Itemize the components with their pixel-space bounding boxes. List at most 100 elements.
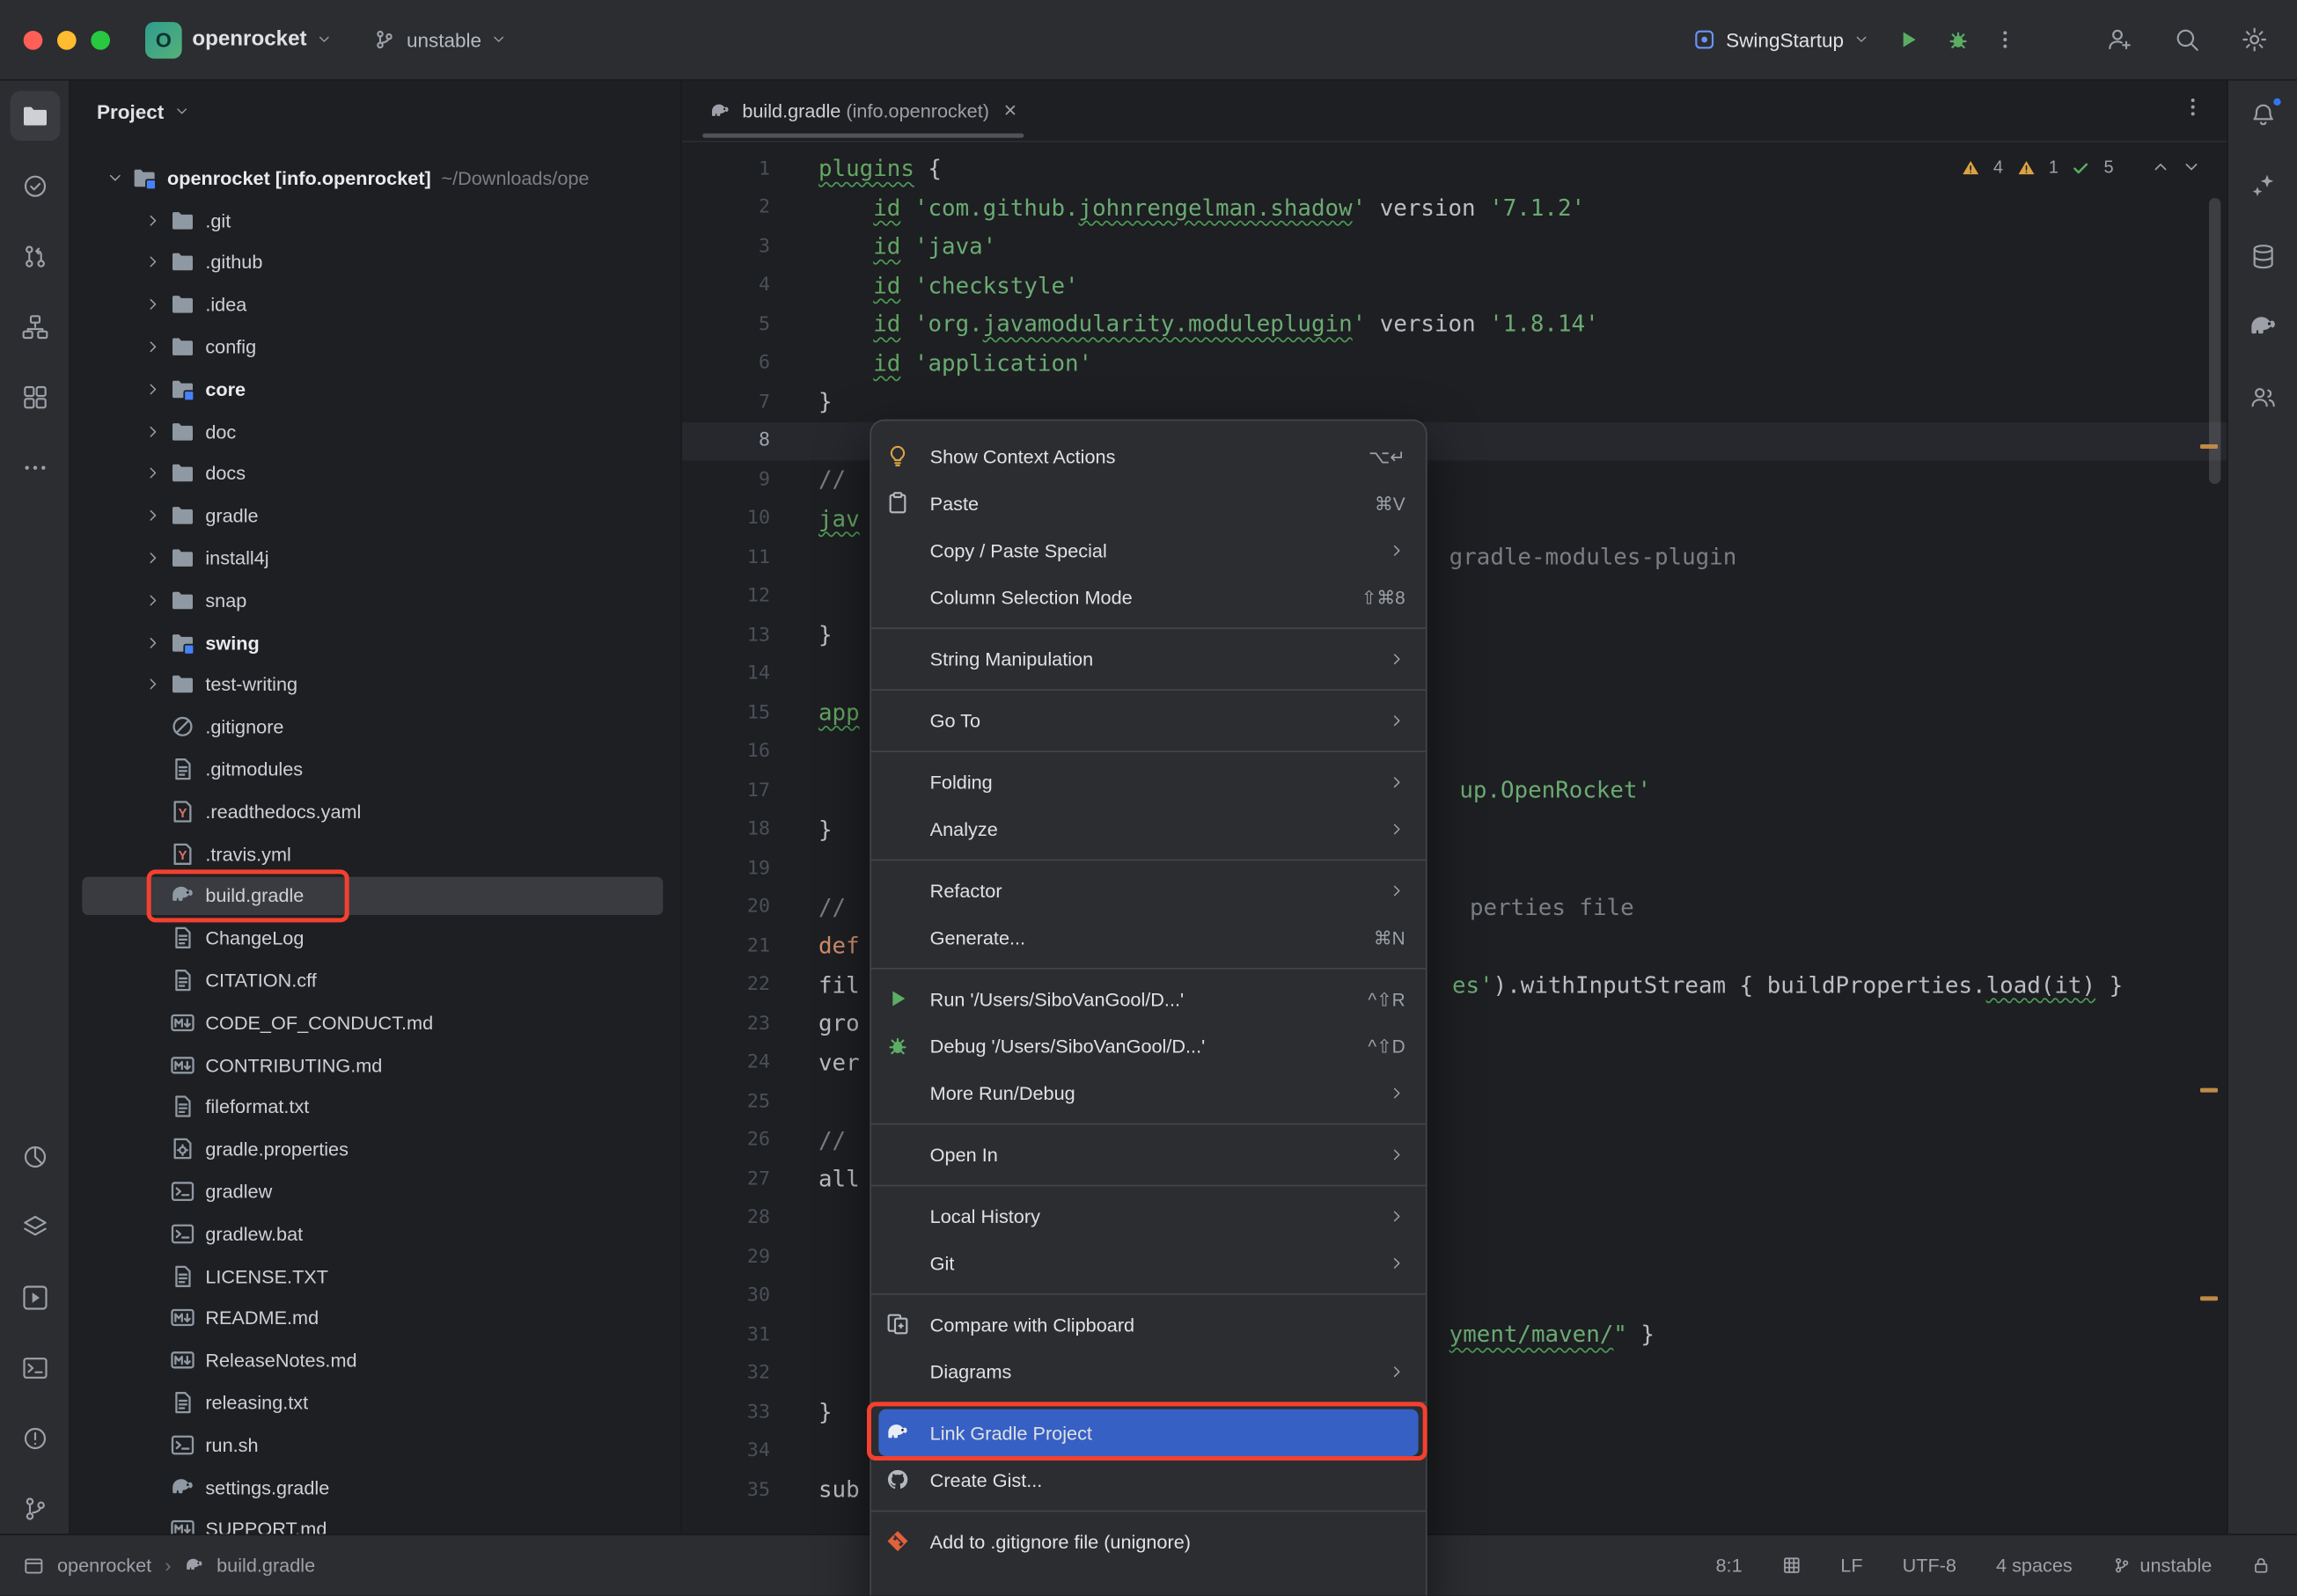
tree-item-openrocket-info-openrocket[interactable]: openrocket [info.openrocket] ~/Downloads… xyxy=(70,157,680,199)
search-everywhere-button[interactable] xyxy=(2168,20,2205,58)
project-selector[interactable]: O openrocket xyxy=(145,21,332,58)
tab-options-button[interactable] xyxy=(2181,95,2227,126)
error-stripe-mark[interactable] xyxy=(2200,444,2218,449)
chevron-right-icon[interactable] xyxy=(135,550,170,566)
tree-item-fileformat-txt[interactable]: fileformat.txt xyxy=(70,1086,680,1128)
tree-item-core[interactable]: core xyxy=(70,368,680,410)
tree-item-gradle-properties[interactable]: gradle.properties xyxy=(70,1128,680,1170)
breadcrumb-file[interactable]: build.gradle xyxy=(216,1555,315,1577)
tool-database-button[interactable] xyxy=(2238,231,2288,282)
chevron-right-icon[interactable] xyxy=(97,170,132,186)
code-line-5[interactable]: 5 id 'org.javamodularity.moduleplugin' v… xyxy=(682,305,2227,344)
tree-item-license-txt[interactable]: LICENSE.TXT xyxy=(70,1255,680,1297)
encoding-widget[interactable]: UTF-8 xyxy=(1903,1555,1956,1577)
menu-item-generate[interactable]: Generate...⌘N xyxy=(871,913,1426,960)
tree-item-gradlew-bat[interactable]: gradlew.bat xyxy=(70,1212,680,1255)
menu-item-local-history[interactable]: Local History xyxy=(871,1192,1426,1239)
code-with-me-button[interactable] xyxy=(2101,20,2139,58)
menu-item-column-selection-mode[interactable]: Column Selection Mode⇧⌘8 xyxy=(871,574,1426,620)
tree-item-gitignore[interactable]: .gitignore xyxy=(70,706,680,748)
menu-item-analyze[interactable]: Analyze xyxy=(871,805,1426,852)
tree-item-doc[interactable]: doc xyxy=(70,410,680,452)
code-line-7[interactable]: 7} xyxy=(682,383,2227,421)
minimize-window-button[interactable] xyxy=(57,30,77,49)
tool-structure-button[interactable] xyxy=(10,302,60,352)
chevron-right-icon[interactable] xyxy=(135,423,170,439)
previous-problem-icon[interactable] xyxy=(2152,158,2169,176)
tree-item-contributing-md[interactable]: CONTRIBUTING.md xyxy=(70,1043,680,1086)
close-window-button[interactable] xyxy=(24,30,43,49)
menu-item-git[interactable]: Git xyxy=(871,1239,1426,1285)
menu-item-copy-paste-special[interactable]: Copy / Paste Special xyxy=(871,526,1426,573)
menu-item-add-to-gitignore-file-unignore[interactable]: Add to .gitignore file (unignore) xyxy=(871,1518,1426,1564)
run-configuration-selector[interactable]: SwingStartup xyxy=(1692,28,1868,52)
settings-button[interactable] xyxy=(2235,20,2273,58)
branch-selector[interactable]: unstable xyxy=(373,28,507,52)
tree-item-travis-yml[interactable]: Y.travis.yml xyxy=(70,832,680,875)
tree-item-idea[interactable]: .idea xyxy=(70,283,680,326)
breadcrumb-project[interactable]: openrocket xyxy=(57,1555,151,1577)
tree-item-config[interactable]: config xyxy=(70,326,680,368)
tool-project-button[interactable] xyxy=(10,91,60,141)
tree-item-test-writing[interactable]: test-writing xyxy=(70,663,680,706)
tool-pull-requests-button[interactable] xyxy=(10,231,60,282)
menu-item-show-context-actions[interactable]: Show Context Actions⌥↵ xyxy=(871,433,1426,480)
menu-item-compare-with-clipboard[interactable]: Compare with Clipboard xyxy=(871,1300,1426,1347)
code-line-2[interactable]: 2 id 'com.github.johnrengelman.shadow' v… xyxy=(682,188,2227,227)
git-branch-widget[interactable]: unstable xyxy=(2112,1555,2213,1577)
chevron-right-icon[interactable] xyxy=(135,339,170,355)
tree-item-changelog[interactable]: ChangeLog xyxy=(70,917,680,959)
tool-code-with-me-button[interactable] xyxy=(2238,372,2288,422)
tab-build-gradle[interactable]: build.gradle (info.openrocket) × xyxy=(689,81,1037,141)
menu-item-folding[interactable]: Folding xyxy=(871,758,1426,805)
menu-item-create-gist[interactable]: Create Gist... xyxy=(871,1456,1426,1503)
editor-scrollbar[interactable] xyxy=(2209,198,2220,484)
error-stripe-mark[interactable] xyxy=(2200,1296,2218,1300)
tool-profiler-button[interactable] xyxy=(10,1132,60,1182)
chevron-right-icon[interactable] xyxy=(135,677,170,692)
tree-item-install4j[interactable]: install4j xyxy=(70,537,680,579)
tool-more-button[interactable] xyxy=(10,443,60,493)
chevron-right-icon[interactable] xyxy=(135,465,170,481)
tool-modules-button[interactable] xyxy=(10,372,60,422)
tree-item-settings-gradle[interactable]: settings.gradle xyxy=(70,1466,680,1508)
tool-ai-assistant-button[interactable] xyxy=(2238,161,2288,211)
menu-item-diagrams[interactable]: Diagrams xyxy=(871,1348,1426,1395)
tool-gradle-button[interactable] xyxy=(2238,302,2288,352)
menu-item-more-run-debug[interactable]: More Run/Debug xyxy=(871,1069,1426,1116)
close-tab-icon[interactable]: × xyxy=(1004,99,1017,123)
tree-item-build-gradle[interactable]: build.gradle xyxy=(70,875,680,917)
tree-item-releasenotes-md[interactable]: ReleaseNotes.md xyxy=(70,1339,680,1381)
code-line-3[interactable]: 3 id 'java' xyxy=(682,227,2227,266)
tree-item-releasing-txt[interactable]: releasing.txt xyxy=(70,1381,680,1424)
code-line-4[interactable]: 4 id 'checkstyle' xyxy=(682,267,2227,305)
chevron-right-icon[interactable] xyxy=(135,508,170,523)
menu-item-open-in[interactable]: Open In xyxy=(871,1131,1426,1177)
lock-widget[interactable] xyxy=(2251,1556,2271,1576)
tree-item-gitmodules[interactable]: .gitmodules xyxy=(70,748,680,790)
tree-item-snap[interactable]: snap xyxy=(70,579,680,621)
tree-item-support-md[interactable]: SUPPORT.md xyxy=(70,1508,680,1534)
tree-item-git[interactable]: .git xyxy=(70,199,680,241)
indent-widget[interactable]: 4 spaces xyxy=(1996,1555,2073,1577)
tool-terminal-button[interactable] xyxy=(10,1343,60,1394)
chevron-right-icon[interactable] xyxy=(135,297,170,312)
tree-item-docs[interactable]: docs xyxy=(70,452,680,494)
menu-item-string-manipulation[interactable]: String Manipulation xyxy=(871,635,1426,682)
chevron-right-icon[interactable] xyxy=(135,381,170,397)
run-button[interactable] xyxy=(1890,20,1927,58)
next-problem-icon[interactable] xyxy=(2183,158,2200,176)
menu-item-go-to[interactable]: Go To xyxy=(871,697,1426,743)
inspections-widget[interactable]: 4 1 5 xyxy=(1961,157,2200,177)
tree-item-github[interactable]: .github xyxy=(70,241,680,283)
menu-item-paste[interactable]: Paste⌘V xyxy=(871,480,1426,526)
menu-item-debug-users-sibovangool-d[interactable]: Debug '/Users/SiboVanGool/D...'^⇧D xyxy=(871,1022,1426,1069)
tree-item-gradle[interactable]: gradle xyxy=(70,494,680,537)
chevron-right-icon[interactable] xyxy=(135,634,170,650)
menu-item-link-gradle-project[interactable]: Link Gradle Project xyxy=(878,1409,1418,1456)
chevron-right-icon[interactable] xyxy=(135,592,170,608)
menu-item-run-users-sibovangool-d[interactable]: Run '/Users/SiboVanGool/D...'^⇧R xyxy=(871,975,1426,1021)
menu-item-refactor[interactable]: Refactor xyxy=(871,867,1426,913)
tool-run-tool-button[interactable] xyxy=(10,1273,60,1323)
error-stripe-mark[interactable] xyxy=(2200,1088,2218,1093)
